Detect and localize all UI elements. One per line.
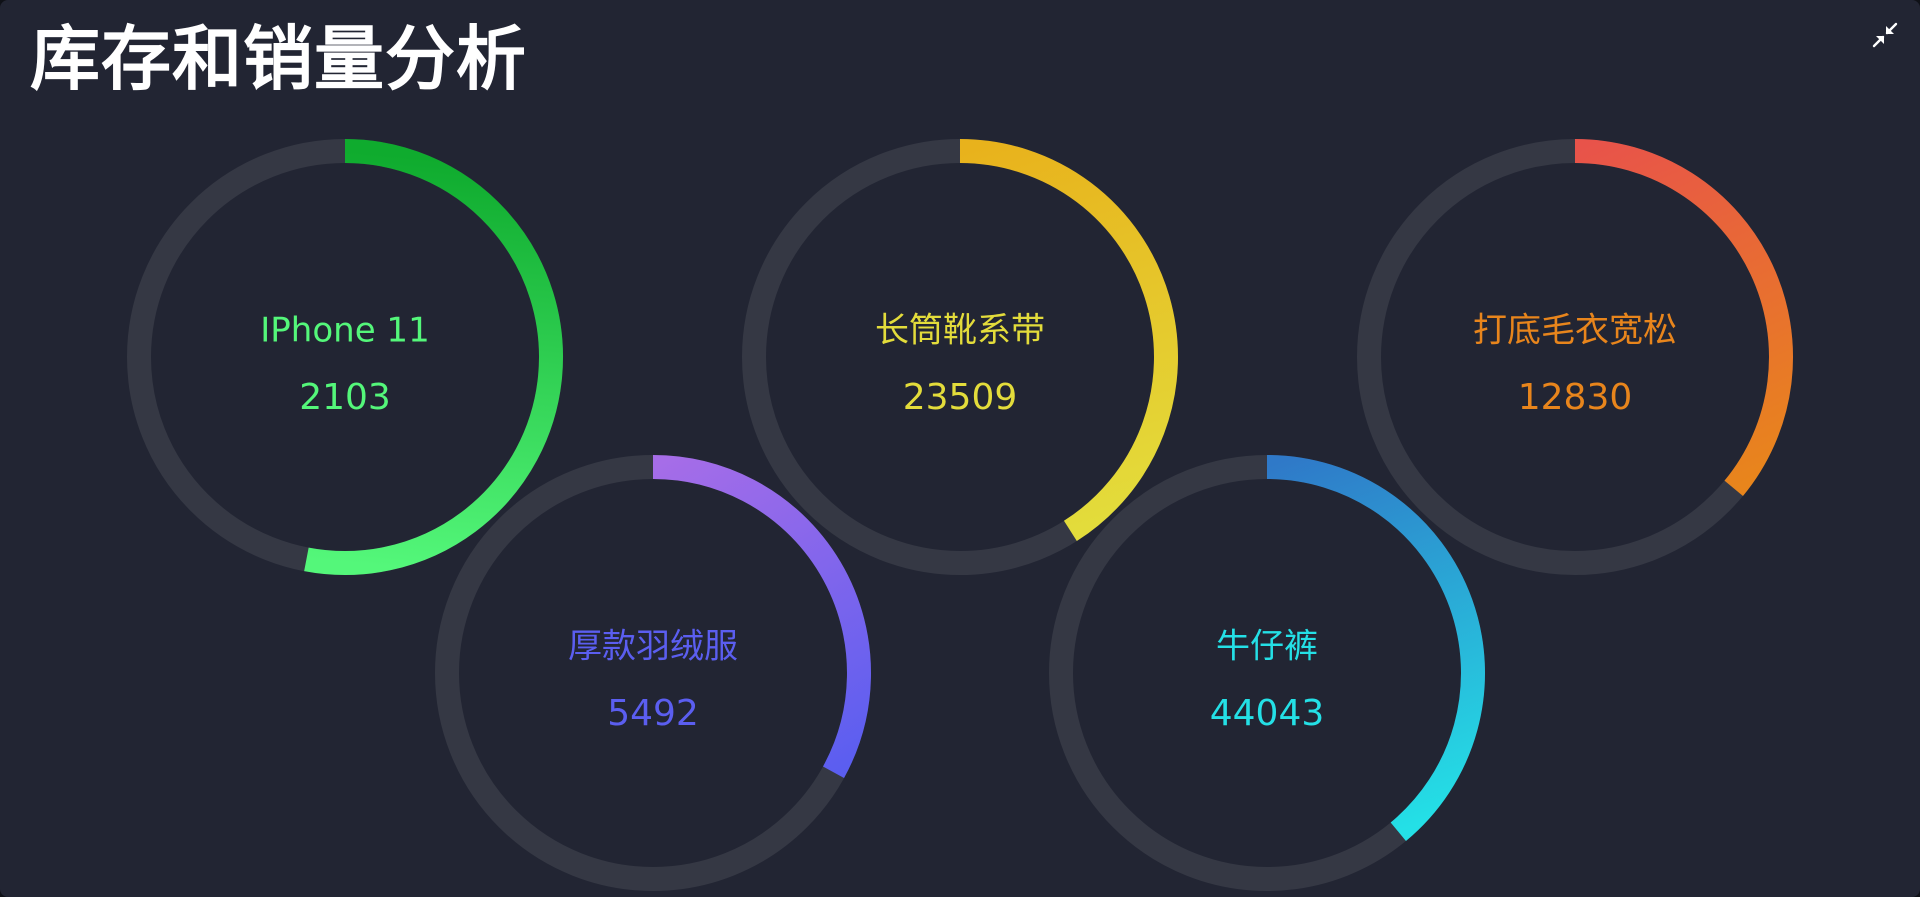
gauge-item-value: 23509 (903, 377, 1018, 418)
gauge-progress-arc (304, 139, 563, 575)
gauge-item-value: 5492 (607, 693, 699, 734)
gauge-item-value: 2103 (299, 377, 391, 418)
gauge-item-value: 12830 (1518, 377, 1633, 418)
chart-panel: 库存和销量分析 IPhone 11 2103 长筒靴系带 23509 打底毛衣宽松 128… (0, 0, 1920, 897)
gauge-item-name: IPhone 11 (260, 311, 429, 351)
gauge-item-name: 牛仔裤 (1216, 627, 1318, 667)
gauge-item-name: 长筒靴系带 (875, 311, 1045, 351)
gauge-item-name: 打底毛衣宽松 (1473, 311, 1677, 351)
gauge-rings: IPhone 11 2103 长筒靴系带 23509 打底毛衣宽松 12830 厚款羽绒服 5… (127, 139, 1793, 891)
gauge-item-value: 44043 (1210, 693, 1325, 734)
gauge-item-name: 厚款羽绒服 (568, 627, 738, 667)
